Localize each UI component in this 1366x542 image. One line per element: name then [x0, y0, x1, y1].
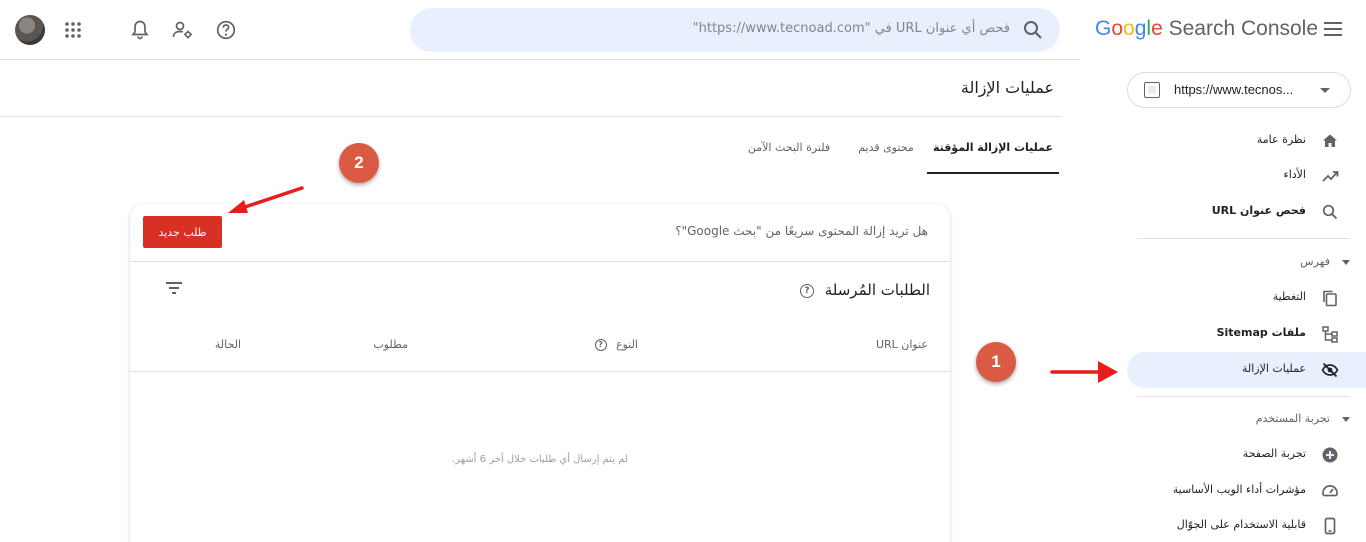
card-divider [130, 261, 950, 262]
annotation-badge-2: 2 [339, 143, 379, 183]
annotation-badge-1: 1 [976, 342, 1016, 382]
bell-icon[interactable] [127, 17, 153, 43]
column-header-url[interactable]: عنوان URL [876, 338, 928, 351]
sidebar-item-overview[interactable]: نظرة عامة [1127, 123, 1366, 159]
column-header-label: النوع [616, 338, 638, 351]
copy-icon [1321, 289, 1339, 307]
sidebar-item-label: الأداء [1283, 168, 1306, 181]
account-avatar[interactable] [15, 15, 45, 45]
page-title: عمليات الإزالة [960, 78, 1054, 97]
caret-down-icon [1342, 417, 1350, 422]
sidebar-item-label: التغطية [1272, 290, 1306, 303]
sidebar-item-label: عمليات الإزالة [1241, 362, 1306, 375]
menu-icon[interactable] [1322, 20, 1344, 40]
search-icon[interactable] [1022, 19, 1044, 41]
annotation-arrow-1 [1050, 361, 1118, 383]
tab-temporary-removals[interactable]: عمليات الإزالة المؤقتة [927, 128, 1059, 174]
sidebar-divider [1137, 396, 1350, 397]
product-logo[interactable]: Google Search Console [1095, 17, 1318, 41]
search-icon [1321, 203, 1339, 221]
empty-state-message: لم يتم إرسال أي طلبات خلال آخر 6 أشهر. [452, 454, 628, 465]
sidebar-section-index[interactable]: فهرس [1127, 250, 1366, 274]
brand-letter: G [1095, 17, 1112, 40]
sidebar-item-label: ملفات Sitemap [1216, 326, 1306, 339]
tab-outdated-content[interactable]: محتوى قديم [848, 128, 924, 174]
sidebar-item-core-web-vitals[interactable]: مؤشرات أداء الويب الأساسية [1127, 473, 1366, 509]
submitted-requests-heading: الطلبات المُرسلة ? [799, 281, 930, 299]
sidebar-section-experience[interactable]: تجربة المستخدم [1127, 407, 1366, 431]
apps-icon[interactable] [60, 17, 86, 43]
plus-circle-icon [1321, 446, 1339, 464]
sidebar-item-coverage[interactable]: التغطية [1127, 280, 1366, 316]
sidebar-item-performance[interactable]: الأداء [1127, 158, 1366, 194]
sidebar-divider [1137, 238, 1350, 239]
property-url: https://www.tecnos... [1174, 82, 1294, 97]
tab-safesearch-filtering[interactable]: فلترة البحث الآمن [735, 128, 843, 174]
filter-icon[interactable] [164, 280, 184, 296]
property-selector[interactable]: https://www.tecnos... [1127, 72, 1351, 108]
product-name: Search Console [1168, 17, 1319, 40]
brand-letter: e [1151, 17, 1163, 40]
column-header-type[interactable]: النوع ? [594, 338, 638, 351]
tab-label: محتوى قديم [858, 141, 914, 154]
sidebar-item-label: مؤشرات أداء الويب الأساسية [1172, 483, 1306, 496]
table-header-divider [130, 371, 950, 372]
new-request-button[interactable]: طلب جديد [143, 216, 222, 248]
tab-label: فلترة البحث الآمن [747, 141, 831, 154]
help-icon[interactable] [213, 17, 239, 43]
title-divider [0, 116, 1060, 117]
sidebar-item-label: قابلية الاستخدام على الجوّال [1176, 518, 1306, 531]
sidebar-item-url-inspection[interactable]: فحص عنوان URL [1127, 194, 1366, 230]
sidebar-item-mobile-usability[interactable]: قابلية الاستخدام على الجوّال [1127, 508, 1366, 542]
sidebar-item-page-experience[interactable]: تجربة الصفحة [1127, 437, 1366, 473]
phone-icon [1321, 517, 1339, 535]
search-input[interactable]: فحص أي عنوان URL في "https://www.tecnoad… [693, 21, 1010, 36]
removals-card: هل تريد إزالة المحتوى سريعًا من "بحث Goo… [130, 204, 950, 542]
sidebar-item-removals[interactable]: عمليات الإزالة [1127, 352, 1366, 388]
brand-letter: g [1134, 17, 1147, 40]
home-icon [1321, 132, 1339, 150]
column-header-status[interactable]: الحالة [215, 338, 241, 351]
sidebar-item-label: فحص عنوان URL [1211, 204, 1306, 217]
column-header-requested[interactable]: مطلوب [373, 338, 408, 351]
annotation-arrow-2 [228, 186, 304, 213]
eye-off-icon [1321, 361, 1339, 379]
help-icon[interactable]: ? [594, 339, 607, 351]
trending-icon [1321, 167, 1339, 185]
removal-prompt: هل تريد إزالة المحتوى سريعًا من "بحث Goo… [675, 224, 928, 238]
brand-letter: o [1123, 17, 1135, 40]
section-label: فهرس [1300, 255, 1330, 268]
speed-icon [1321, 482, 1339, 500]
sitemap-icon [1321, 325, 1339, 343]
url-inspection-search[interactable]: فحص أي عنوان URL في "https://www.tecnoad… [410, 8, 1060, 52]
sidebar-item-label: نظرة عامة [1256, 133, 1306, 146]
caret-down-icon [1342, 260, 1350, 265]
property-favicon [1144, 82, 1160, 98]
help-icon[interactable]: ? [799, 283, 814, 298]
manage-users-icon[interactable] [170, 17, 196, 43]
brand-letter: o [1111, 17, 1124, 40]
submitted-requests-title: الطلبات المُرسلة [824, 281, 930, 299]
sidebar-item-sitemaps[interactable]: ملفات Sitemap [1127, 316, 1366, 352]
tab-label: عمليات الإزالة المؤقتة [932, 141, 1054, 154]
sidebar-item-label: تجربة الصفحة [1242, 447, 1306, 460]
chevron-down-icon [1320, 88, 1330, 93]
section-label: تجربة المستخدم [1255, 412, 1330, 425]
